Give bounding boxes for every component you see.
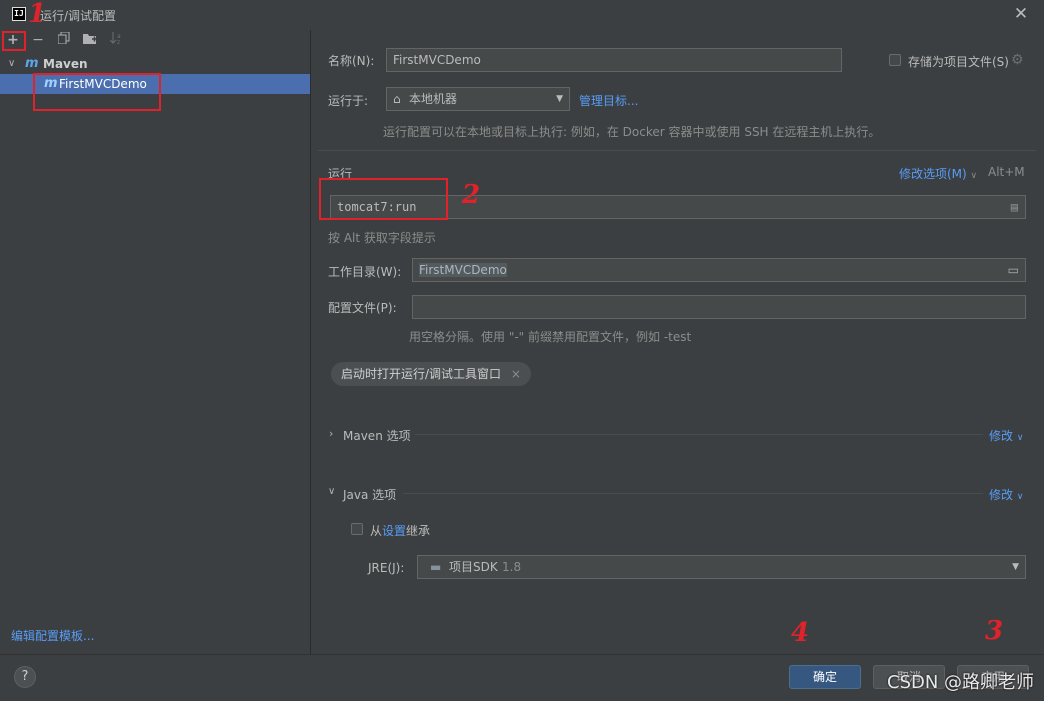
dropdown-arrow-icon: ▼ bbox=[1012, 562, 1019, 572]
separator bbox=[415, 434, 983, 435]
option-chip-label: 启动时打开运行/调试工具窗口 bbox=[341, 367, 502, 381]
annotation-box-add bbox=[2, 31, 26, 51]
ok-button[interactable]: 确定 bbox=[789, 665, 861, 689]
store-as-project-label: 存储为项目文件(S) bbox=[908, 55, 1009, 69]
profiles-field[interactable] bbox=[412, 295, 1026, 319]
java-modify-link[interactable]: 修改 ∨ bbox=[989, 486, 1023, 503]
folder-icon: ▬ bbox=[430, 560, 442, 574]
copy-config-button[interactable] bbox=[54, 31, 74, 49]
manage-targets-link[interactable]: 管理目标... bbox=[579, 92, 638, 109]
inherit-checkbox[interactable] bbox=[351, 523, 363, 535]
separator bbox=[318, 150, 1036, 151]
edit-templates-link[interactable]: 编辑配置模板... bbox=[11, 627, 94, 644]
chevron-down-icon: ∨ bbox=[1016, 492, 1024, 502]
folder-add-icon bbox=[83, 34, 97, 44]
profiles-hint: 用空格分隔。使用 "-" 前缀禁用配置文件，例如 -test bbox=[409, 330, 692, 344]
title-bar: IJ 运行/调试配置 ✕ bbox=[0, 0, 1044, 30]
java-modify-label: 修改 bbox=[989, 488, 1014, 502]
svg-text:z: z bbox=[117, 39, 120, 44]
run-on-hint: 运行配置可以在本地或目标上执行: 例如，在 Docker 容器中或使用 SSH … bbox=[383, 125, 881, 139]
folder-icon[interactable]: ▭ bbox=[1008, 259, 1019, 281]
jre-label: JRE(J): bbox=[368, 561, 405, 575]
option-chip[interactable]: 启动时打开运行/调试工具窗口 × bbox=[331, 362, 531, 386]
maven-modify-label: 修改 bbox=[989, 429, 1014, 443]
jre-value: 项目SDK bbox=[449, 560, 498, 574]
chevron-down-icon: ∨ bbox=[8, 58, 16, 69]
workdir-field[interactable]: FirstMVCDemo ▭ bbox=[412, 258, 1026, 282]
remove-chip-icon[interactable]: × bbox=[511, 367, 521, 381]
modify-options-link[interactable]: 修改选项(M) ∨ bbox=[899, 165, 977, 182]
inherit-prefix: 从 bbox=[370, 524, 383, 538]
maven-icon: m bbox=[25, 56, 39, 71]
gear-icon[interactable]: ⚙ bbox=[1011, 52, 1024, 68]
config-tree-panel: + − az ∨ m Maven m FirstMVCDemo 编辑配置模板..… bbox=[0, 30, 310, 654]
separator bbox=[403, 493, 983, 494]
inherit-suffix: 继承 bbox=[406, 524, 431, 538]
modify-options-label: 修改选项(M) bbox=[899, 167, 967, 181]
store-as-project-checkbox[interactable] bbox=[889, 54, 901, 66]
watermark: CSDN @路卿老师 bbox=[887, 672, 1035, 693]
annotation-box-command bbox=[319, 178, 448, 220]
app-logo-icon: IJ bbox=[12, 7, 26, 21]
annotation-number-2: 2 bbox=[462, 180, 481, 210]
dropdown-arrow-icon: ▼ bbox=[556, 94, 563, 104]
help-button[interactable]: ? bbox=[14, 666, 36, 688]
name-label: 名称(N): bbox=[328, 54, 375, 68]
sort-button[interactable]: az bbox=[106, 31, 126, 49]
annotation-box-tree-item bbox=[33, 73, 161, 111]
settings-link[interactable]: 设置 bbox=[382, 524, 406, 538]
remove-config-button[interactable]: − bbox=[28, 31, 48, 49]
tree-group-label: Maven bbox=[43, 57, 88, 71]
jre-select[interactable]: ▬ 项目SDK 1.8 ▼ bbox=[417, 555, 1026, 579]
jre-version: 1.8 bbox=[502, 560, 522, 574]
run-on-value: 本地机器 bbox=[409, 92, 458, 106]
maven-modify-link[interactable]: 修改 ∨ bbox=[989, 427, 1023, 444]
tree-group-maven[interactable]: ∨ m Maven bbox=[0, 54, 310, 74]
command-hint: 按 Alt 获取字段提示 bbox=[328, 231, 436, 245]
annotation-number-4: 4 bbox=[791, 618, 810, 648]
inherit-label: 从设置继承 bbox=[370, 522, 430, 539]
annotation-number-3: 3 bbox=[985, 616, 1004, 646]
window-title: 运行/调试配置 bbox=[40, 9, 117, 23]
name-field[interactable]: FirstMVCDemo bbox=[386, 48, 842, 72]
chevron-down-icon: ∨ bbox=[1016, 433, 1024, 443]
maven-options-title[interactable]: Maven 选项 bbox=[343, 427, 411, 444]
copy-icon bbox=[57, 31, 70, 45]
modify-options-shortcut: Alt+M bbox=[988, 165, 1025, 179]
profiles-label: 配置文件(P): bbox=[328, 301, 397, 315]
workdir-value: FirstMVCDemo bbox=[419, 263, 507, 277]
expand-field-icon[interactable]: ▤ bbox=[1011, 196, 1018, 218]
close-icon[interactable]: ✕ bbox=[1012, 4, 1030, 24]
home-icon: ⌂ bbox=[393, 92, 401, 106]
chevron-right-icon[interactable]: › bbox=[329, 427, 333, 440]
java-options-title[interactable]: Java 选项 bbox=[343, 486, 396, 503]
workdir-label: 工作目录(W): bbox=[328, 265, 402, 279]
folder-add-button[interactable] bbox=[80, 31, 100, 49]
sort-icon: az bbox=[109, 32, 121, 46]
annotation-number-1: 1 bbox=[28, 0, 47, 29]
run-on-label: 运行于: bbox=[328, 94, 369, 108]
chevron-down-icon: ∨ bbox=[970, 171, 978, 181]
chevron-down-icon[interactable]: ∨ bbox=[328, 486, 335, 497]
run-on-select[interactable]: ⌂ 本地机器 ▼ bbox=[386, 87, 570, 111]
